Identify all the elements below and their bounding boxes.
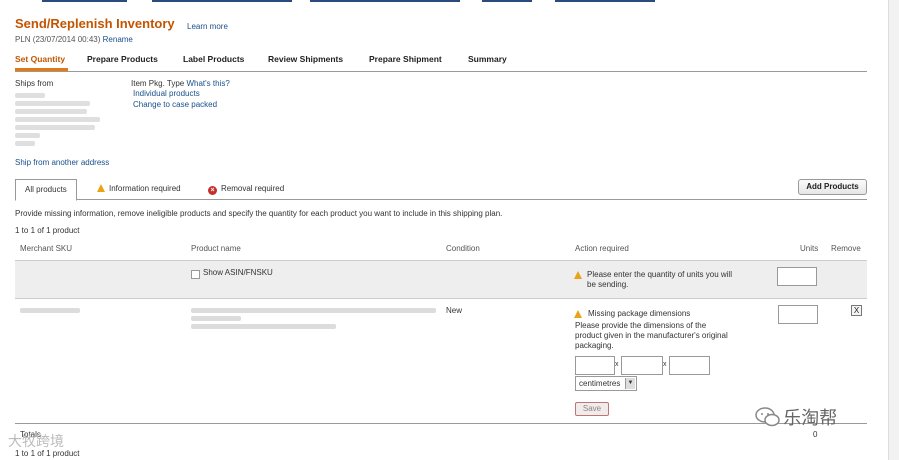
totals-value: 0 <box>813 430 818 439</box>
table-row-summary: Show ASIN/FNSKU Please enter the quantit… <box>15 260 867 299</box>
unit-select[interactable]: centimetres ▼ <box>575 376 637 391</box>
product-name-redacted <box>191 324 336 329</box>
change-to-case-packed-link[interactable]: Change to case packed <box>133 100 217 109</box>
rename-link[interactable]: Rename <box>103 35 133 44</box>
address-line-redacted <box>15 141 35 146</box>
watermark-left: 大牧跨境 <box>8 433 64 449</box>
times-separator: x <box>663 361 667 368</box>
top-nav-bar <box>0 0 899 3</box>
plan-name-line: PLN (23/07/2014 00:43) Rename <box>15 35 133 44</box>
column-header-action-required: Action required <box>575 244 629 253</box>
active-step-indicator <box>15 68 68 71</box>
units-quantity-input[interactable] <box>777 267 817 286</box>
add-products-button[interactable]: Add Products <box>798 179 867 195</box>
address-line-redacted <box>15 93 45 98</box>
column-header-condition: Condition <box>446 244 480 253</box>
step-prepare-products[interactable]: Prepare Products <box>87 54 158 64</box>
instructions-text: Provide missing information, remove inel… <box>15 209 503 218</box>
item-pkg-type-label: Item Pkg. Type <box>131 79 185 88</box>
unit-select-value: centimetres <box>579 379 621 388</box>
whats-this-link[interactable]: What's this? <box>186 79 229 88</box>
error-icon: × <box>208 186 217 195</box>
ships-from-label: Ships from <box>15 79 54 88</box>
step-prepare-shipment[interactable]: Prepare Shipment <box>369 54 442 64</box>
warning-icon <box>97 184 105 192</box>
top-nav-link[interactable] <box>310 0 460 2</box>
product-filter-tabs: All products Information required × Remov… <box>15 179 867 201</box>
dimension-height-input[interactable] <box>669 356 710 375</box>
dimension-length-input[interactable] <box>575 356 615 375</box>
totals-divider <box>15 423 867 424</box>
address-line-redacted <box>15 133 40 138</box>
units-input[interactable] <box>778 305 818 324</box>
vertical-scrollbar[interactable] <box>888 0 899 460</box>
enter-quantity-message: Please enter the quantity of units you w… <box>587 270 732 289</box>
page-title: Send/Replenish Inventory <box>15 16 175 31</box>
missing-dimensions-title: Missing package dimensions <box>588 309 691 318</box>
plan-name: PLN (23/07/2014 00:43) <box>15 35 101 44</box>
warning-icon <box>574 310 582 318</box>
tab-removal-required-label: Removal required <box>221 184 285 193</box>
product-name-redacted <box>191 308 436 313</box>
wechat-icon <box>755 407 780 427</box>
column-header-remove: Remove <box>831 244 861 253</box>
product-name-redacted <box>191 316 241 321</box>
step-label-products[interactable]: Label Products <box>183 54 244 64</box>
address-line-redacted <box>15 101 90 106</box>
tab-removal-required[interactable]: × Removal required <box>208 179 284 199</box>
step-summary[interactable]: Summary <box>468 54 507 64</box>
remove-product-button[interactable]: X <box>851 305 862 316</box>
watermark-right-text: 乐淘帮 <box>783 408 838 428</box>
top-nav-link[interactable] <box>555 0 655 2</box>
save-dimensions-button[interactable]: Save <box>575 402 609 416</box>
show-asin-checkbox[interactable] <box>191 270 200 279</box>
address-line-redacted <box>15 125 95 130</box>
learn-more-link[interactable]: Learn more <box>187 22 228 31</box>
tab-information-required-label: Information required <box>109 184 181 193</box>
merchant-sku-redacted <box>20 308 80 313</box>
step-set-quantity[interactable]: Set Quantity <box>15 54 65 64</box>
show-asin-label: Show ASIN/FNSKU <box>203 268 273 277</box>
step-review-shipments[interactable]: Review Shipments <box>268 54 343 64</box>
top-nav-link[interactable] <box>42 0 127 2</box>
top-nav-link[interactable] <box>482 0 532 2</box>
product-condition: New <box>446 306 463 315</box>
watermark-right: 乐淘帮 <box>755 404 837 430</box>
top-nav-link[interactable] <box>152 0 292 2</box>
warning-icon <box>574 271 582 279</box>
address-line-redacted <box>15 117 100 122</box>
column-header-product-name: Product name <box>191 244 241 253</box>
workflow-steps: Set Quantity Prepare Products Label Prod… <box>15 54 867 72</box>
address-line-redacted <box>15 109 87 114</box>
result-count-top: 1 to 1 of 1 product <box>15 226 80 235</box>
times-separator: x <box>615 361 619 368</box>
tab-information-required[interactable]: Information required <box>97 179 181 199</box>
tab-all-products[interactable]: All products <box>15 179 77 201</box>
item-pkg-type: Item Pkg. Type What's this? <box>131 79 230 88</box>
column-header-sku: Merchant SKU <box>20 244 73 253</box>
column-header-units: Units <box>800 244 819 253</box>
ship-from-another-address-link[interactable]: Ship from another address <box>15 158 109 167</box>
individual-products-option[interactable]: Individual products <box>133 89 200 98</box>
missing-dimensions-message: Please provide the dimensions of the pro… <box>575 321 728 350</box>
chevron-down-icon: ▼ <box>625 378 635 389</box>
dimension-width-input[interactable] <box>621 356 663 375</box>
